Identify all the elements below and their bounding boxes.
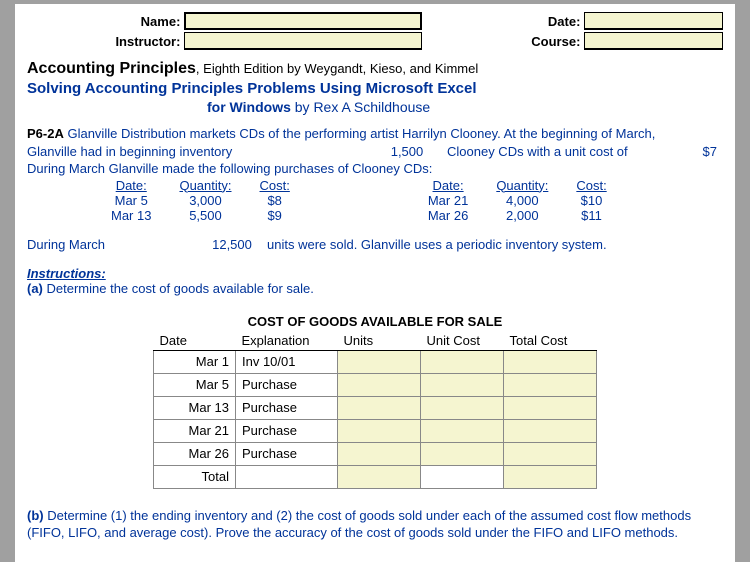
units-sold: 12,500 bbox=[197, 237, 267, 252]
unitcost-cell[interactable] bbox=[421, 373, 504, 396]
subtitle-rest: by Rex A Schildhouse bbox=[291, 99, 430, 115]
intro2b: Clooney CDs with a unit cost of bbox=[447, 143, 677, 161]
date-input[interactable] bbox=[584, 12, 723, 30]
course-label: Course: bbox=[422, 34, 584, 49]
cogs-h-expl: Explanation bbox=[236, 331, 338, 351]
total-cell[interactable] bbox=[504, 373, 597, 396]
problem-code: P6-2A bbox=[27, 126, 64, 141]
table-row: Mar 13Purchase bbox=[154, 396, 597, 419]
book-title: Accounting Principles, Eighth Edition by… bbox=[27, 60, 723, 78]
units-cell[interactable] bbox=[338, 396, 421, 419]
worksheet: Name: Date: Instructor: Course: Accounti… bbox=[15, 4, 735, 562]
part-b-label: (b) bbox=[27, 508, 44, 523]
header-row-1: Name: Date: bbox=[27, 12, 723, 30]
cogs-h-total: Total Cost bbox=[504, 331, 597, 351]
table-row: Mar 1Inv 10/01 bbox=[154, 350, 597, 373]
part-a-label: (a) bbox=[27, 281, 43, 296]
units-cell[interactable] bbox=[338, 442, 421, 465]
units-cell[interactable] bbox=[338, 419, 421, 442]
part-a-text: Determine the cost of goods available fo… bbox=[43, 281, 314, 296]
unitcost-cell[interactable] bbox=[421, 350, 504, 373]
col-cost: Cost: bbox=[246, 178, 304, 193]
col-cost-r: Cost: bbox=[562, 178, 620, 193]
table-row: Total bbox=[154, 465, 597, 488]
unitcost-cell[interactable] bbox=[421, 396, 504, 419]
units-cell[interactable] bbox=[338, 465, 421, 488]
intro3: During March Glanville made the followin… bbox=[27, 160, 723, 178]
cogs-h-unitcost: Unit Cost bbox=[421, 331, 504, 351]
subtitle-bold: for Windows bbox=[207, 99, 291, 115]
total-cell[interactable] bbox=[504, 465, 597, 488]
cogs-title: COST OF GOODS AVAILABLE FOR SALE bbox=[27, 314, 723, 329]
instructions-block: Instructions: (a) Determine the cost of … bbox=[27, 266, 723, 296]
unitcost-cell[interactable] bbox=[421, 419, 504, 442]
part-b-body: Determine (1) the ending inventory and (… bbox=[27, 508, 691, 541]
instructor-label: Instructor: bbox=[27, 34, 184, 49]
unitcost-cell[interactable] bbox=[421, 442, 504, 465]
units-rest: units were sold. Glanville uses a period… bbox=[267, 237, 607, 252]
book-title-sub: , Eighth Edition by Weygandt, Kieso, and… bbox=[196, 61, 478, 76]
col-qty: Quantity: bbox=[165, 178, 245, 193]
begin-qty: 1,500 bbox=[367, 143, 447, 161]
cogs-h-date: Date bbox=[154, 331, 236, 351]
col-date-r: Date: bbox=[414, 178, 482, 193]
total-cell[interactable] bbox=[504, 419, 597, 442]
cogs-table: Date Explanation Units Unit Cost Total C… bbox=[153, 331, 597, 489]
name-label: Name: bbox=[27, 14, 184, 29]
total-cell[interactable] bbox=[504, 396, 597, 419]
table-row: Mar 5 3,000 $8 bbox=[97, 193, 304, 208]
during-label: During March bbox=[27, 237, 197, 252]
table-row: Mar 13 5,500 $9 bbox=[97, 208, 304, 223]
begin-cost: $7 bbox=[677, 143, 717, 161]
intro1: Glanville Distribution markets CDs of th… bbox=[64, 126, 656, 141]
instructions-heading: Instructions: bbox=[27, 266, 723, 281]
part-b-text: (b) Determine (1) the ending inventory a… bbox=[27, 507, 723, 542]
problem-text: P6-2A Glanville Distribution markets CDs… bbox=[27, 125, 723, 252]
intro2a: Glanville had in beginning inventory bbox=[27, 143, 367, 161]
col-qty-r: Quantity: bbox=[482, 178, 562, 193]
name-input[interactable] bbox=[184, 12, 422, 30]
instructor-input[interactable] bbox=[184, 32, 422, 50]
intro-line-2: Glanville had in beginning inventory 1,5… bbox=[27, 143, 723, 161]
table-row: Mar 21Purchase bbox=[154, 419, 597, 442]
table-row: Mar 26 2,000 $11 bbox=[414, 208, 621, 223]
col-date: Date: bbox=[97, 178, 165, 193]
purchases-right: Date: Quantity: Cost: Mar 21 4,000 $10 M… bbox=[414, 178, 621, 223]
table-row: Mar 21 4,000 $10 bbox=[414, 193, 621, 208]
book-title-main: Accounting Principles bbox=[27, 60, 196, 77]
intro-line-1: P6-2A Glanville Distribution markets CDs… bbox=[27, 125, 723, 143]
header-row-2: Instructor: Course: bbox=[27, 32, 723, 50]
units-cell[interactable] bbox=[338, 350, 421, 373]
purchases-left: Date: Quantity: Cost: Mar 5 3,000 $8 Mar… bbox=[97, 178, 304, 223]
table-row: Mar 5Purchase bbox=[154, 373, 597, 396]
cogs-h-units: Units bbox=[338, 331, 421, 351]
part-a-line: (a) Determine the cost of goods availabl… bbox=[27, 281, 723, 296]
units-sold-line: During March 12,500 units were sold. Gla… bbox=[27, 237, 723, 252]
units-cell[interactable] bbox=[338, 373, 421, 396]
total-cell[interactable] bbox=[504, 442, 597, 465]
course-input[interactable] bbox=[584, 32, 723, 50]
date-label: Date: bbox=[422, 14, 584, 29]
total-cell[interactable] bbox=[504, 350, 597, 373]
subtitle-line2: Solving Accounting Principles Problems U… bbox=[27, 80, 723, 97]
purchases-tables: Date: Quantity: Cost: Mar 5 3,000 $8 Mar… bbox=[27, 178, 723, 223]
table-row: Mar 26Purchase bbox=[154, 442, 597, 465]
subtitle-line3: for Windows by Rex A Schildhouse bbox=[207, 99, 723, 115]
